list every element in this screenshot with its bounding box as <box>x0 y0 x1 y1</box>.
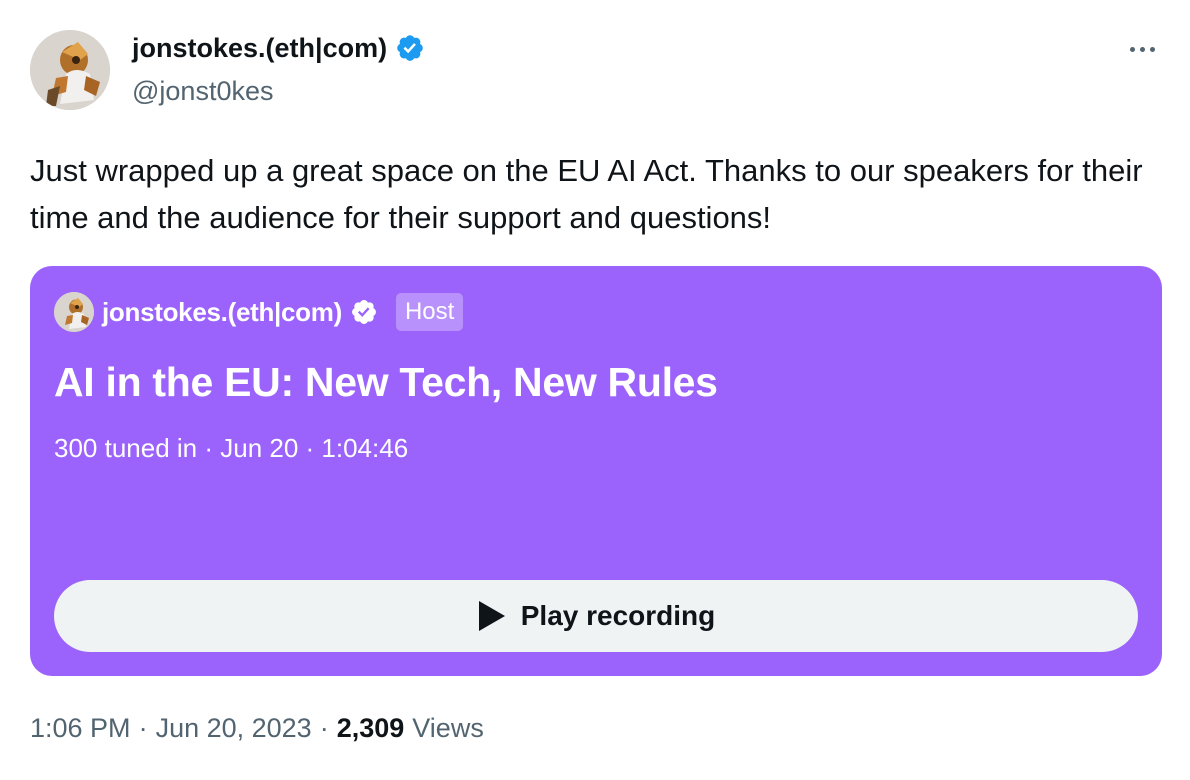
views-label: Views <box>412 713 484 743</box>
host-badge: Host <box>395 293 464 331</box>
space-host-row: jonstokes.(eth|com) Host <box>54 292 464 332</box>
more-dot-icon <box>1139 46 1145 52</box>
play-recording-button[interactable]: Play recording <box>54 580 1138 652</box>
separator-dot: · <box>138 713 148 743</box>
robot-avatar-icon <box>30 30 110 110</box>
host-avatar <box>54 292 94 332</box>
more-dot-icon <box>1149 46 1155 52</box>
space-title: AI in the EU: New Tech, New Rules <box>54 359 718 405</box>
verified-badge-icon <box>351 300 376 324</box>
more-dot-icon <box>1129 46 1135 52</box>
views-count: 2,309 <box>336 713 405 743</box>
tweet: jonstokes.(eth|com) @jonst0kes Just wrap… <box>0 0 1190 780</box>
tweet-footer: 1:06 PM · Jun 20, 2023 · 2,309 Views <box>30 708 484 748</box>
author-name[interactable]: jonstokes.(eth|com) <box>132 29 387 67</box>
tweet-text: Just wrapped up a great space on the EU … <box>30 153 1143 235</box>
play-icon <box>478 601 505 631</box>
verified-badge-icon <box>397 35 423 61</box>
more-options-button[interactable] <box>1122 34 1162 64</box>
tweet-date[interactable]: Jun 20, 2023 <box>156 708 312 748</box>
author-name-row[interactable]: jonstokes.(eth|com) <box>132 29 425 67</box>
space-meta: 300 tuned in · Jun 20 · 1:04:46 <box>54 433 409 463</box>
robot-avatar-icon <box>54 292 94 332</box>
separator-dot: · <box>319 713 329 743</box>
author-handle[interactable]: @jonst0kes <box>132 72 273 110</box>
host-name: jonstokes.(eth|com) <box>102 296 342 327</box>
play-recording-label: Play recording <box>520 600 716 631</box>
author-avatar[interactable] <box>30 30 110 110</box>
tweet-time[interactable]: 1:06 PM <box>30 708 131 748</box>
space-card[interactable]: jonstokes.(eth|com) Host AI in the EU: N… <box>30 266 1162 676</box>
